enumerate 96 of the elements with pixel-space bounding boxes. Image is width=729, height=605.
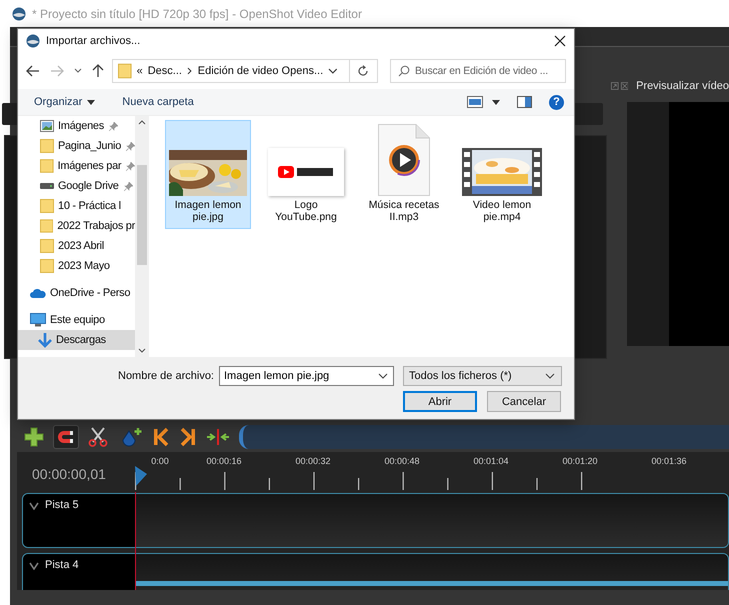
pin-icon[interactable] bbox=[108, 122, 118, 130]
new-folder-button[interactable]: Nueva carpeta bbox=[120, 93, 196, 111]
download-icon bbox=[38, 332, 52, 348]
nav-item[interactable]: Google Drive bbox=[18, 176, 135, 196]
help-button[interactable]: ? bbox=[549, 94, 564, 110]
audio-file-icon bbox=[378, 124, 430, 196]
folder-icon bbox=[40, 239, 54, 253]
refresh-icon bbox=[357, 65, 370, 77]
cancel-button[interactable]: Cancelar bbox=[487, 391, 561, 412]
folder-icon bbox=[40, 259, 54, 273]
file-name: Video lemon pie.mp4 bbox=[472, 199, 532, 223]
back-icon[interactable] bbox=[26, 65, 40, 77]
breadcrumb[interactable]: Edición de video Opens... bbox=[198, 65, 324, 77]
nav-item[interactable]: Imágenes bbox=[18, 116, 135, 136]
scissors-icon[interactable] bbox=[88, 427, 108, 447]
scroll-up-icon[interactable] bbox=[138, 120, 146, 125]
ruler-label: 00:00:16 bbox=[205, 456, 243, 466]
folder-icon bbox=[40, 139, 54, 153]
nav-item[interactable]: 2023 Abril bbox=[18, 236, 135, 256]
folder-icon bbox=[118, 63, 132, 79]
computer-icon bbox=[30, 313, 46, 327]
pin-icon[interactable] bbox=[126, 142, 135, 150]
file-item[interactable]: Video lemon pie.mp4 bbox=[459, 120, 545, 229]
magnet-icon bbox=[57, 429, 75, 445]
scrollbar[interactable] bbox=[135, 116, 149, 357]
nav-item[interactable]: Este equipo bbox=[18, 310, 135, 330]
field-label: Nombre de archivo: bbox=[117, 370, 214, 382]
nav-item[interactable]: Pagina_Junio bbox=[18, 136, 135, 156]
clip-bar[interactable] bbox=[135, 581, 728, 586]
snap-button[interactable] bbox=[53, 425, 79, 449]
dropdown-icon[interactable] bbox=[378, 373, 388, 379]
track-name: Pista 4 bbox=[45, 559, 79, 571]
file-item[interactable]: Música recetas II.mp3 bbox=[361, 120, 447, 229]
folder-icon bbox=[40, 159, 54, 173]
close-icon[interactable] bbox=[554, 35, 566, 47]
address-bar[interactable]: « Desc... Edición de video Opens... bbox=[112, 59, 378, 83]
ruler-label: 0:00 bbox=[150, 456, 170, 466]
app-logo-icon bbox=[26, 34, 40, 48]
next-marker-icon[interactable] bbox=[179, 427, 197, 447]
add-icon[interactable] bbox=[24, 427, 44, 447]
collapse-icon[interactable] bbox=[29, 562, 39, 570]
track[interactable]: Pista 4 bbox=[22, 553, 729, 590]
track-name: Pista 5 bbox=[45, 499, 79, 511]
nav-item[interactable]: Imágenes par bbox=[18, 156, 135, 176]
dialog-title: Importar archivos... bbox=[46, 35, 142, 47]
up-icon[interactable] bbox=[92, 64, 104, 78]
scroll-down-icon[interactable] bbox=[138, 348, 146, 353]
dropdown-icon[interactable] bbox=[74, 68, 82, 74]
file-name: Música recetas II.mp3 bbox=[368, 199, 440, 223]
search-field[interactable]: Buscar en Edición de video ... bbox=[390, 59, 566, 83]
view-icon[interactable] bbox=[467, 96, 483, 108]
file-name: Imagen lemon pie.jpg bbox=[174, 199, 242, 223]
drive-icon bbox=[40, 182, 54, 190]
play-logo-icon bbox=[278, 166, 334, 178]
ruler-label: 00:01:36 bbox=[650, 456, 688, 466]
pin-icon[interactable] bbox=[126, 162, 135, 170]
nav-item[interactable]: 10 - Práctica l bbox=[18, 196, 135, 216]
file-type-dropdown[interactable]: Todos los ficheros (*) bbox=[403, 366, 562, 386]
preview-pane-icon[interactable] bbox=[517, 96, 532, 108]
timecode: 00:00:00,01 bbox=[32, 466, 106, 482]
chevron-icon[interactable] bbox=[186, 67, 193, 75]
panel-title: Previsualizar vídeo bbox=[636, 80, 729, 92]
dropdown-icon[interactable] bbox=[328, 68, 338, 74]
marker-add-icon[interactable] bbox=[121, 427, 143, 447]
nav-item[interactable]: Descargas bbox=[18, 330, 135, 350]
collapse-icon[interactable] bbox=[29, 502, 39, 510]
search-icon bbox=[398, 65, 410, 77]
folder-icon bbox=[40, 219, 54, 233]
previous-marker-icon[interactable] bbox=[152, 427, 170, 447]
ruler-label: 00:00:48 bbox=[383, 456, 421, 466]
file-item[interactable]: Logo YouTube.png bbox=[263, 120, 349, 229]
breadcrumb[interactable]: Desc... bbox=[148, 65, 182, 77]
track[interactable]: Pista 5 bbox=[22, 493, 729, 548]
timeline-scroll-bar[interactable] bbox=[239, 425, 729, 449]
float-icon[interactable] bbox=[611, 81, 619, 91]
nav-item[interactable]: 2023 Mayo bbox=[18, 256, 135, 276]
nav-item[interactable]: OneDrive - Perso bbox=[18, 283, 135, 303]
pin-icon[interactable] bbox=[124, 182, 133, 190]
organize-menu[interactable]: Organizar bbox=[32, 93, 98, 111]
app-logo-icon bbox=[12, 6, 26, 20]
file-item[interactable]: Imagen lemon pie.jpg bbox=[165, 120, 251, 229]
nav-item[interactable]: 2022 Trabajos pr bbox=[18, 216, 135, 236]
pictures-icon bbox=[40, 120, 54, 132]
center-playhead-icon[interactable] bbox=[206, 427, 230, 447]
ruler-label: 00:00:32 bbox=[294, 456, 332, 466]
folder-icon bbox=[40, 199, 54, 213]
playhead-icon[interactable] bbox=[135, 466, 147, 488]
caret-icon bbox=[545, 373, 555, 379]
ruler-label: 00:01:20 bbox=[561, 456, 599, 466]
cloud-icon bbox=[30, 288, 46, 298]
open-button[interactable]: Abrir bbox=[403, 391, 477, 412]
file-name: Logo YouTube.png bbox=[274, 199, 338, 223]
ruler-label: 00:01:04 bbox=[472, 456, 510, 466]
overflow-text[interactable]: « bbox=[136, 65, 143, 77]
file-name-field[interactable]: Imagen lemon pie.jpg bbox=[219, 366, 394, 386]
window-title: * Proyecto sin título [HD 720p 30 fps] - OpenShot Video Editor bbox=[32, 6, 362, 20]
